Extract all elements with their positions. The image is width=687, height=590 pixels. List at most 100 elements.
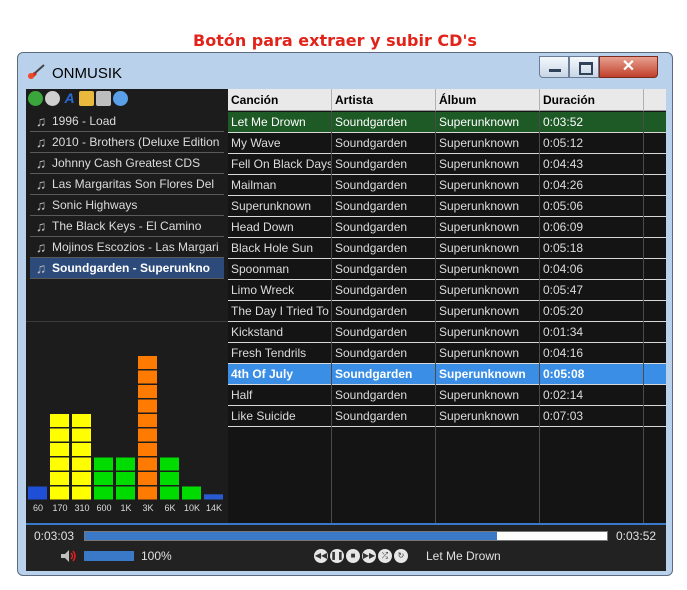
drive-icon[interactable] (96, 91, 111, 106)
table-row[interactable]: Spoonman Soundgarden Superunknown 0:04:06 (228, 259, 666, 280)
table-row[interactable]: Half Soundgarden Superunknown 0:02:14 (228, 385, 666, 406)
eq-band-cell (28, 486, 47, 500)
table-cell: Soundgarden (332, 301, 436, 321)
table-row[interactable]: Like Suicide Soundgarden Superunknown 0:07:… (228, 406, 666, 427)
playlist-item[interactable]: ♫ The Black Keys - El Camino (30, 216, 224, 237)
add-icon[interactable] (28, 91, 43, 106)
close-button[interactable]: ✕ (599, 56, 658, 78)
playlist-item[interactable]: ♫ Mojinos Escozios - Las Margari (30, 237, 224, 258)
next-icon[interactable]: ▶▶ (362, 549, 376, 563)
playlist-item[interactable]: ♫ Soundgarden - Superunkno (30, 258, 224, 279)
eq-band-cell (72, 443, 91, 456)
table-row[interactable]: Black Hole Sun Soundgarden Superunknown 0:0… (228, 238, 666, 259)
eq-band-cell (160, 486, 179, 500)
eq-band-label: 170 (52, 503, 68, 513)
column-header[interactable]: Duración (540, 89, 644, 111)
eq-band-cell (50, 443, 69, 456)
eq-band-label: 10K (183, 503, 200, 513)
playlist-item[interactable]: ♫ Sonic Highways (30, 195, 224, 216)
folder-icon[interactable] (79, 91, 94, 106)
minimize-button[interactable] (539, 56, 569, 78)
maximize-icon (579, 62, 593, 75)
stop-icon[interactable]: ■ (346, 549, 360, 563)
eq-band-cell (138, 370, 157, 384)
table-cell: 0:05:08 (540, 364, 644, 384)
playlist-item[interactable]: ♫ 2010 - Brothers (Deluxe Edition (30, 132, 224, 153)
table-cell: My Wave (228, 133, 332, 153)
table-row[interactable]: Fell On Black Days Soundgarden Superunknow… (228, 154, 666, 175)
table-cell: Soundgarden (332, 175, 436, 195)
window-title: ONMUSIK (52, 65, 123, 82)
table-cell: Superunknown (436, 259, 540, 279)
playback-controls: ◀◀ ❚❚ ■ ▶▶ ⤮ ↻ (314, 549, 408, 563)
playlist-item[interactable]: ♫ Las Margaritas Son Flores Del (30, 174, 224, 195)
table-row[interactable]: Mailman Soundgarden Superunknown 0:04:26 (228, 175, 666, 196)
playlist-item[interactable]: ♫ Johnny Cash Greatest CDS (30, 153, 224, 174)
playlist-item[interactable]: ♫ 1996 - Load (30, 111, 224, 132)
music-note-icon: ♫ (35, 155, 47, 171)
eq-band-label: 3K (142, 503, 154, 513)
table-cell: Fresh Tendrils (228, 343, 332, 363)
table-cell: Soundgarden (332, 112, 436, 132)
eq-band-cell (50, 414, 69, 427)
music-note-icon: ♫ (35, 176, 47, 192)
column-header[interactable]: Álbum (436, 89, 540, 111)
prev-icon[interactable]: ◀◀ (314, 549, 328, 563)
table-row[interactable]: The Day I Tried To Soundgarden Superunknow… (228, 301, 666, 322)
text-icon[interactable]: A (62, 91, 77, 106)
column-header[interactable]: Canción (228, 89, 332, 111)
table-row[interactable]: 4th Of July Soundgarden Superunknown 0:05:0… (228, 364, 666, 385)
table-cell: Superunknown (436, 175, 540, 195)
table-row[interactable]: Head Down Soundgarden Superunknown 0:06:09 (228, 217, 666, 238)
table-cell: Soundgarden (332, 133, 436, 153)
playlist-item-label: The Black Keys - El Camino (52, 219, 202, 233)
table-cell: Soundgarden (332, 259, 436, 279)
table-cell: Soundgarden (332, 343, 436, 363)
table-cell: Superunknown (436, 385, 540, 405)
table-row[interactable]: Fresh Tendrils Soundgarden Superunknown 0:0… (228, 343, 666, 364)
eq-band-cell (138, 399, 157, 413)
table-body: Let Me Drown Soundgarden Superunknown 0:03:… (228, 112, 666, 427)
playlist-item-label: Soundgarden - Superunkno (52, 261, 210, 275)
table-cell: 0:04:43 (540, 154, 644, 174)
volume-slider[interactable] (84, 551, 134, 561)
table-row[interactable]: Limo Wreck Soundgarden Superunknown 0:05:47 (228, 280, 666, 301)
speaker-icon[interactable] (60, 549, 78, 563)
table-row[interactable]: Superunknown Soundgarden Superunknown 0:05:… (228, 196, 666, 217)
table-cell: 0:05:20 (540, 301, 644, 321)
table-cell: Soundgarden (332, 406, 436, 426)
eq-band-label: 6K (164, 503, 176, 513)
table-cell: Soundgarden (332, 364, 436, 384)
eq-band-cell (138, 472, 157, 485)
table-cell: Superunknown (436, 133, 540, 153)
eq-band-cell (160, 472, 179, 485)
music-note-icon: ♫ (35, 134, 47, 150)
seek-progress (85, 532, 498, 540)
table-cell: Superunknown (436, 301, 540, 321)
pause-icon[interactable]: ❚❚ (330, 549, 344, 563)
table-cell: Superunknown (436, 406, 540, 426)
music-note-icon: ♫ (35, 239, 47, 255)
table-row[interactable]: Let Me Drown Soundgarden Superunknown 0:03:… (228, 112, 666, 133)
table-cell: Superunknown (436, 364, 540, 384)
disc-icon[interactable] (45, 91, 60, 106)
seek-bar[interactable] (84, 531, 608, 541)
table-header: Canción Artista Álbum Duración (228, 89, 666, 111)
table-row[interactable]: My Wave Soundgarden Superunknown 0:05:12 (228, 133, 666, 154)
repeat-icon[interactable]: ↻ (394, 549, 408, 563)
eq-band-cell (50, 428, 69, 442)
eq-band-cell (94, 486, 113, 500)
music-note-icon: ♫ (35, 218, 47, 234)
eq-band-cell (138, 385, 157, 398)
column-header[interactable]: Artista (332, 89, 436, 111)
playlist-item-label: Johnny Cash Greatest CDS (52, 156, 201, 170)
panel-divider (26, 321, 228, 322)
maximize-button[interactable] (569, 56, 599, 78)
upload-cd-icon[interactable] (113, 91, 128, 106)
shuffle-icon[interactable]: ⤮ (378, 549, 392, 563)
table-cell: Superunknown (228, 196, 332, 216)
column-divider (539, 111, 540, 523)
left-panel: A ♫ 1996 - Load ♫ 2010 - Brothers (Deluxe E… (26, 89, 228, 523)
playlist-item-label: 2010 - Brothers (Deluxe Edition (52, 135, 220, 149)
table-row[interactable]: Kickstand Soundgarden Superunknown 0:01:34 (228, 322, 666, 343)
